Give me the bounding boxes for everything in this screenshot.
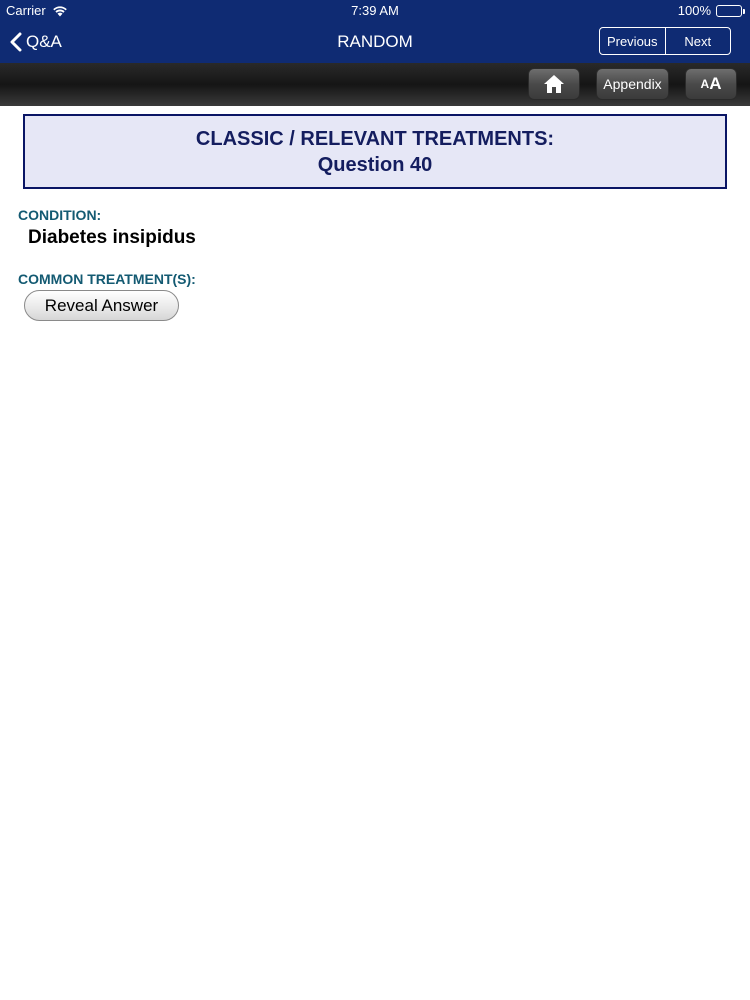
home-button[interactable] [528,68,580,100]
question-number: Question 40 [317,153,433,176]
font-size-button[interactable]: A A [685,68,737,100]
battery-indicator: 100% [677,3,745,18]
condition-value: Diabetes insipidus [28,227,196,248]
font-size-small-glyph: A [700,77,710,91]
status-bar: Carrier 7:39 AM 100% [0,0,750,20]
question-header: CLASSIC / RELEVANT TREATMENTS: Question … [23,114,727,189]
condition-label: CONDITION: [18,207,102,223]
toolbar: Appendix A A [0,63,750,106]
next-button[interactable]: Next [666,28,731,54]
previous-button[interactable]: Previous [600,28,666,54]
treatment-label: COMMON TREATMENT(S): [18,271,196,287]
appendix-button[interactable]: Appendix [596,68,669,100]
clock: 7:39 AM [351,3,399,18]
navigation-bar: Carrier 7:39 AM 100% Q&A RANDOM Previous… [0,0,750,63]
reveal-answer-button[interactable]: Reveal Answer [24,290,179,321]
battery-icon [716,4,745,17]
question-heading: CLASSIC / RELEVANT TREATMENTS: [195,127,555,150]
battery-percentage: 100% [677,3,711,18]
previous-next-control: Previous Next [599,27,731,55]
house-icon [544,75,564,93]
font-size-large-glyph: A [709,74,722,93]
